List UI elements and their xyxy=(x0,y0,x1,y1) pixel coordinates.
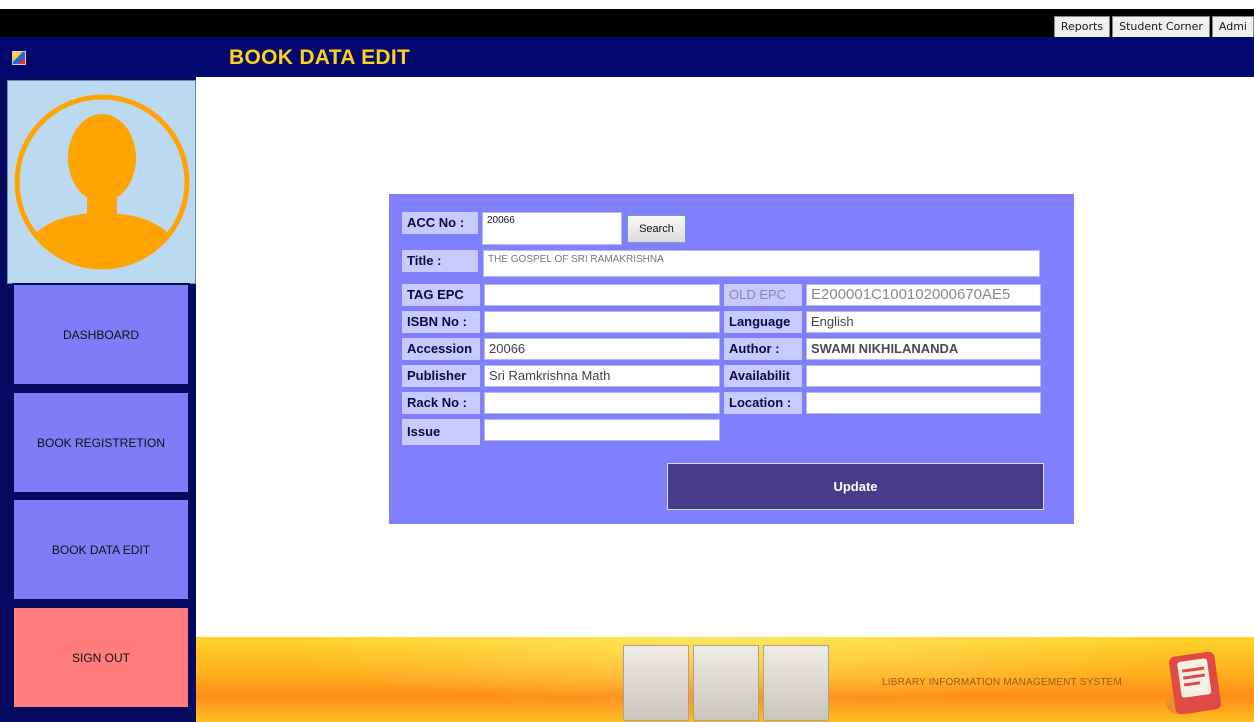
accession-label: Accession xyxy=(402,338,480,360)
isbn-input[interactable] xyxy=(484,311,720,333)
issue-input[interactable] xyxy=(484,419,720,441)
app-icon[interactable] xyxy=(12,51,26,65)
book-logo-icon xyxy=(1165,651,1222,715)
isbn-label: ISBN No : xyxy=(402,311,480,333)
footer-tile-3[interactable] xyxy=(763,645,829,721)
avatar xyxy=(7,80,196,284)
old-epc-input[interactable]: E200001C100102000670AE5 xyxy=(806,284,1041,306)
location-input[interactable] xyxy=(806,392,1041,414)
author-label: Author : xyxy=(724,338,802,360)
window-top-border xyxy=(0,0,1254,9)
user-avatar-icon xyxy=(14,94,190,270)
acc-no-label: ACC No : xyxy=(402,212,478,234)
page-title: BOOK DATA EDIT xyxy=(229,46,411,69)
language-label: Language xyxy=(724,311,802,333)
availability-input[interactable] xyxy=(806,365,1041,387)
nav-book-registration-button[interactable]: BOOK REGISTRETION xyxy=(12,391,190,494)
publisher-input[interactable]: Sri Ramkrishna Math xyxy=(484,365,720,387)
tag-epc-input[interactable] xyxy=(484,284,720,306)
menu-items: Reports Student Corner Admi xyxy=(1053,16,1254,38)
title-label: Title : xyxy=(402,250,478,272)
nav-dashboard-button[interactable]: DASHBOARD xyxy=(12,283,190,386)
menu-admin[interactable]: Admi xyxy=(1211,16,1254,38)
search-button[interactable]: Search xyxy=(627,215,686,243)
footer-bar: LIBRARY INFORMATION MANAGEMENT SYSTEM xyxy=(196,637,1254,722)
footer-tile-1[interactable] xyxy=(623,645,689,721)
sign-out-button[interactable]: SIGN OUT xyxy=(12,606,190,709)
accession-input[interactable]: 20066 xyxy=(484,338,720,360)
menu-reports[interactable]: Reports xyxy=(1053,16,1111,38)
author-input[interactable]: SWAMI NIKHILANANDA xyxy=(806,338,1041,360)
publisher-label: Publisher xyxy=(402,365,480,387)
location-label: Location : xyxy=(724,392,802,414)
rack-no-input[interactable] xyxy=(484,392,720,414)
footer-app-name: LIBRARY INFORMATION MANAGEMENT SYSTEM xyxy=(882,677,1123,688)
update-button[interactable]: Update xyxy=(667,463,1044,510)
sidebar: DASHBOARD BOOK REGISTRETION BOOK DATA ED… xyxy=(0,77,196,722)
footer-tile-2[interactable] xyxy=(693,645,759,721)
header-bar: BOOK DATA EDIT xyxy=(0,37,1254,77)
old-epc-label: OLD EPC xyxy=(724,284,802,306)
nav-book-data-edit-button[interactable]: BOOK DATA EDIT xyxy=(12,498,190,601)
language-input[interactable]: English xyxy=(806,311,1041,333)
title-input[interactable]: THE GOSPEL OF SRI RAMAKRISHNA xyxy=(483,250,1040,277)
acc-no-input[interactable]: 20066 xyxy=(482,212,622,245)
menu-student-corner[interactable]: Student Corner xyxy=(1112,16,1210,38)
tag-epc-label: TAG EPC xyxy=(402,284,480,306)
availability-label: Availabilit xyxy=(724,365,802,387)
issue-label: Issue xyxy=(402,419,480,445)
rack-no-label: Rack No : xyxy=(402,392,480,414)
menu-bar: Reports Student Corner Admi xyxy=(0,9,1254,38)
